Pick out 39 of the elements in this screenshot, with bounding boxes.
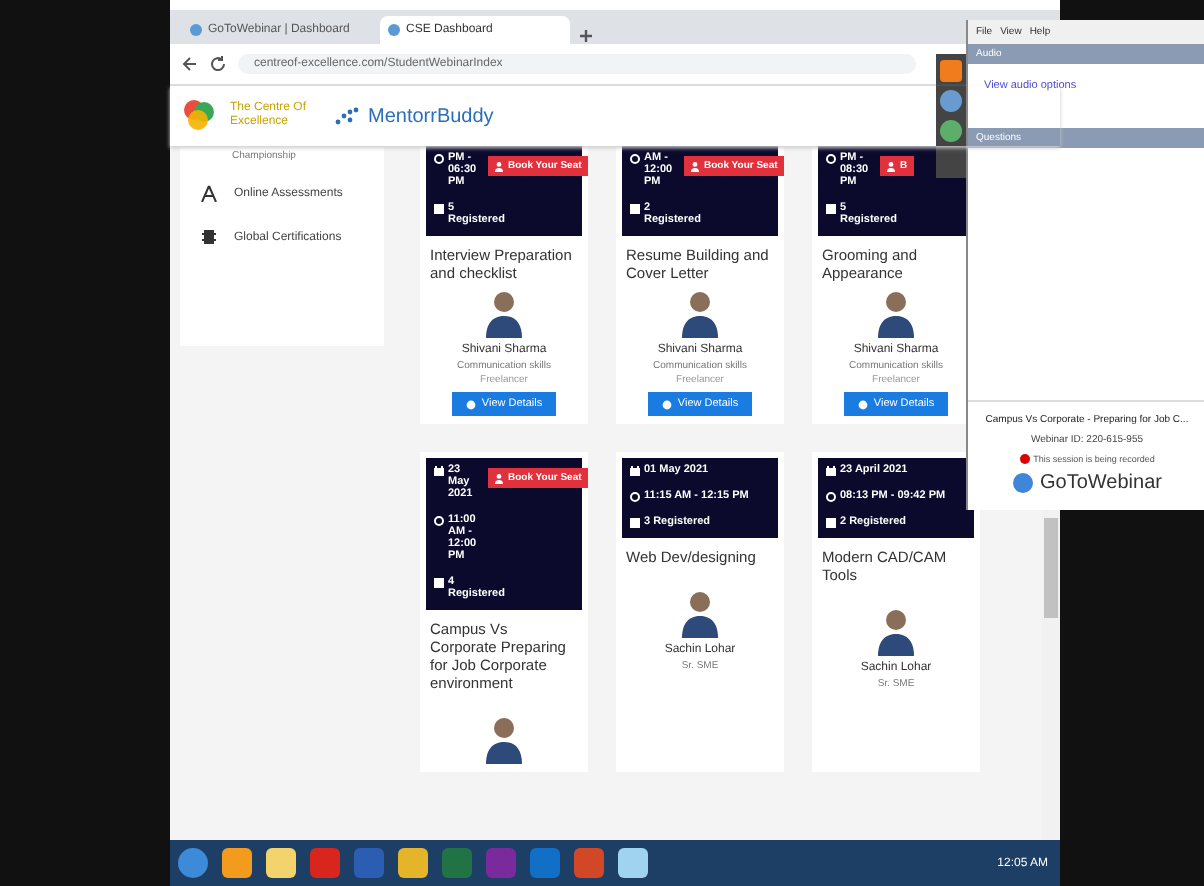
person-silhouette-icon <box>482 712 526 764</box>
taskbar-app-icon[interactable] <box>222 848 252 878</box>
scrollbar-thumb[interactable] <box>1044 518 1058 618</box>
reload-icon <box>210 56 226 72</box>
taskbar-app-icon[interactable] <box>618 848 648 878</box>
calendar-icon <box>826 466 836 476</box>
logo-text: GoToWebinar <box>1040 472 1162 494</box>
person-silhouette-icon <box>482 286 526 338</box>
person-icon <box>690 162 700 172</box>
back-arrow-icon <box>182 56 198 72</box>
recording-dot-icon <box>1019 454 1030 464</box>
clock-icon <box>630 492 640 502</box>
clock-icon <box>434 516 444 526</box>
person-icon <box>494 474 504 484</box>
plus-icon <box>578 28 594 44</box>
clock-icon <box>630 154 640 164</box>
compass-icon <box>200 184 218 202</box>
tab-favicon-icon <box>388 24 400 36</box>
person-icon <box>886 162 896 172</box>
clock-icon <box>434 154 444 164</box>
person-silhouette-icon <box>678 286 722 338</box>
person-icon <box>494 162 504 172</box>
brand-name: MentorrBuddy <box>368 105 494 127</box>
person-silhouette-icon <box>874 286 918 338</box>
document-icon <box>200 228 218 246</box>
taskbar-app-icon[interactable] <box>398 848 428 878</box>
app-launcher-icon[interactable] <box>940 60 962 82</box>
clock-icon <box>826 154 836 164</box>
logo-icon <box>182 98 214 134</box>
clock-icon <box>826 492 836 502</box>
tab-favicon-icon <box>190 24 202 36</box>
calendar-icon <box>630 466 640 476</box>
person-silhouette-icon <box>874 604 918 656</box>
start-button[interactable] <box>178 848 208 878</box>
calendar-icon <box>434 466 444 476</box>
taskbar-app-icon[interactable] <box>266 848 296 878</box>
dots-icon <box>334 106 362 126</box>
logo-icon <box>1012 472 1035 494</box>
person-silhouette-icon <box>678 586 722 638</box>
